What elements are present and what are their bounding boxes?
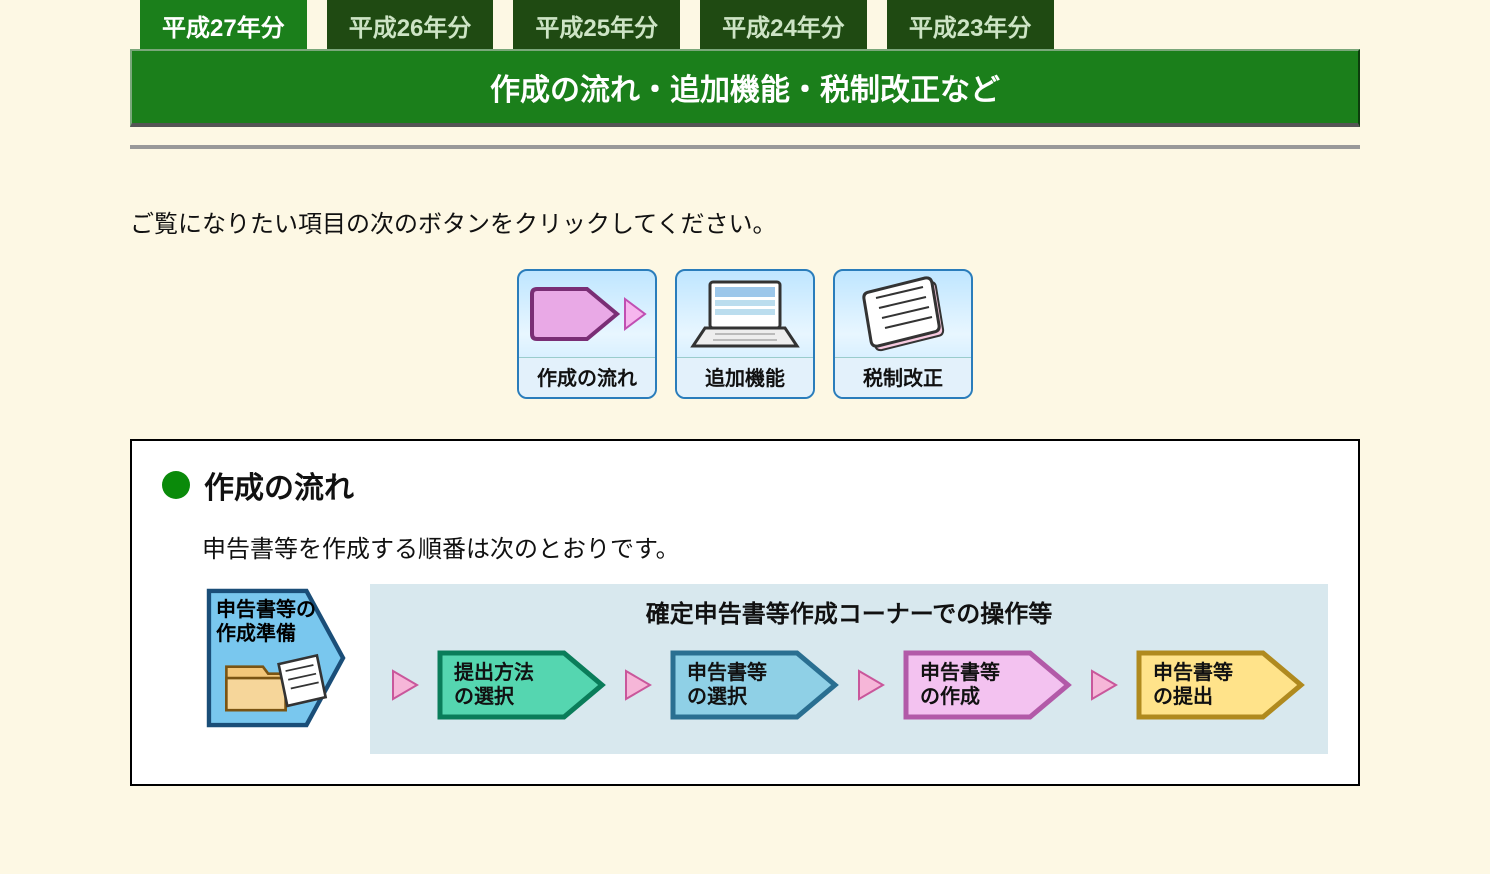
icon-button-row: 作成の流れ 追加機能 [130, 269, 1360, 399]
features-button-label: 追加機能 [677, 357, 813, 397]
lead-text: ご覧になりたい項目の次のボタンをクリックしてください。 [130, 204, 1360, 239]
flow-step: 申告書等 の選択 [667, 647, 842, 723]
divider [130, 145, 1360, 149]
features-button[interactable]: 追加機能 [675, 269, 815, 399]
flow-step: 申告書等 の提出 [1133, 647, 1308, 723]
document-stack-icon [835, 271, 971, 357]
year-tab[interactable]: 平成26年分 [327, 0, 494, 49]
prep-step-label: 申告書等の 作成準備 [216, 598, 316, 646]
flow-step-label: 申告書等 の選択 [687, 661, 767, 709]
flow-step-label: 申告書等 の作成 [920, 661, 1000, 709]
flow-section: 作成の流れ 申告書等を作成する順番は次のとおりです。 申告書等の 作成準備 [130, 439, 1360, 786]
bullet-icon [162, 471, 190, 499]
year-tab[interactable]: 平成24年分 [700, 0, 867, 49]
flow-step: 申告書等 の作成 [900, 647, 1075, 723]
flow-step: 提出方法 の選択 [434, 647, 609, 723]
tax-button-label: 税制改正 [835, 357, 971, 397]
operations-title: 確定申告書等作成コーナーでの操作等 [390, 594, 1308, 629]
operations-panel: 確定申告書等作成コーナーでの操作等 提出方法 の選択 申告書等 の選択 申告書等 の… [370, 584, 1328, 754]
flow-arrow-icon [519, 271, 655, 357]
year-tab[interactable]: 平成23年分 [887, 0, 1054, 49]
year-tab[interactable]: 平成27年分 [140, 0, 307, 49]
step-arrow-icon [856, 668, 886, 702]
step-arrow-icon [623, 668, 653, 702]
flow-button[interactable]: 作成の流れ [517, 269, 657, 399]
step-arrow-icon [390, 668, 420, 702]
flow-button-label: 作成の流れ [519, 357, 655, 397]
section-title: 作成の流れ [204, 463, 354, 507]
flow-step-label: 申告書等 の提出 [1153, 661, 1233, 709]
flow-diagram: 申告書等の 作成準備 確定申告書等作成コーナーでの操作等 提出方法 の選択 申告書… [202, 584, 1328, 754]
page-banner: 作成の流れ・追加機能・税制改正など [130, 49, 1360, 127]
year-tab[interactable]: 平成25年分 [513, 0, 680, 49]
tax-button[interactable]: 税制改正 [833, 269, 973, 399]
prep-step: 申告書等の 作成準備 [202, 584, 350, 754]
laptop-icon [677, 271, 813, 357]
flow-step-label: 提出方法 の選択 [454, 661, 534, 709]
step-arrow-icon [1089, 668, 1119, 702]
year-tabs: 平成27年分平成26年分平成25年分平成24年分平成23年分 [130, 0, 1360, 49]
section-lead: 申告書等を作成する順番は次のとおりです。 [202, 529, 1328, 564]
